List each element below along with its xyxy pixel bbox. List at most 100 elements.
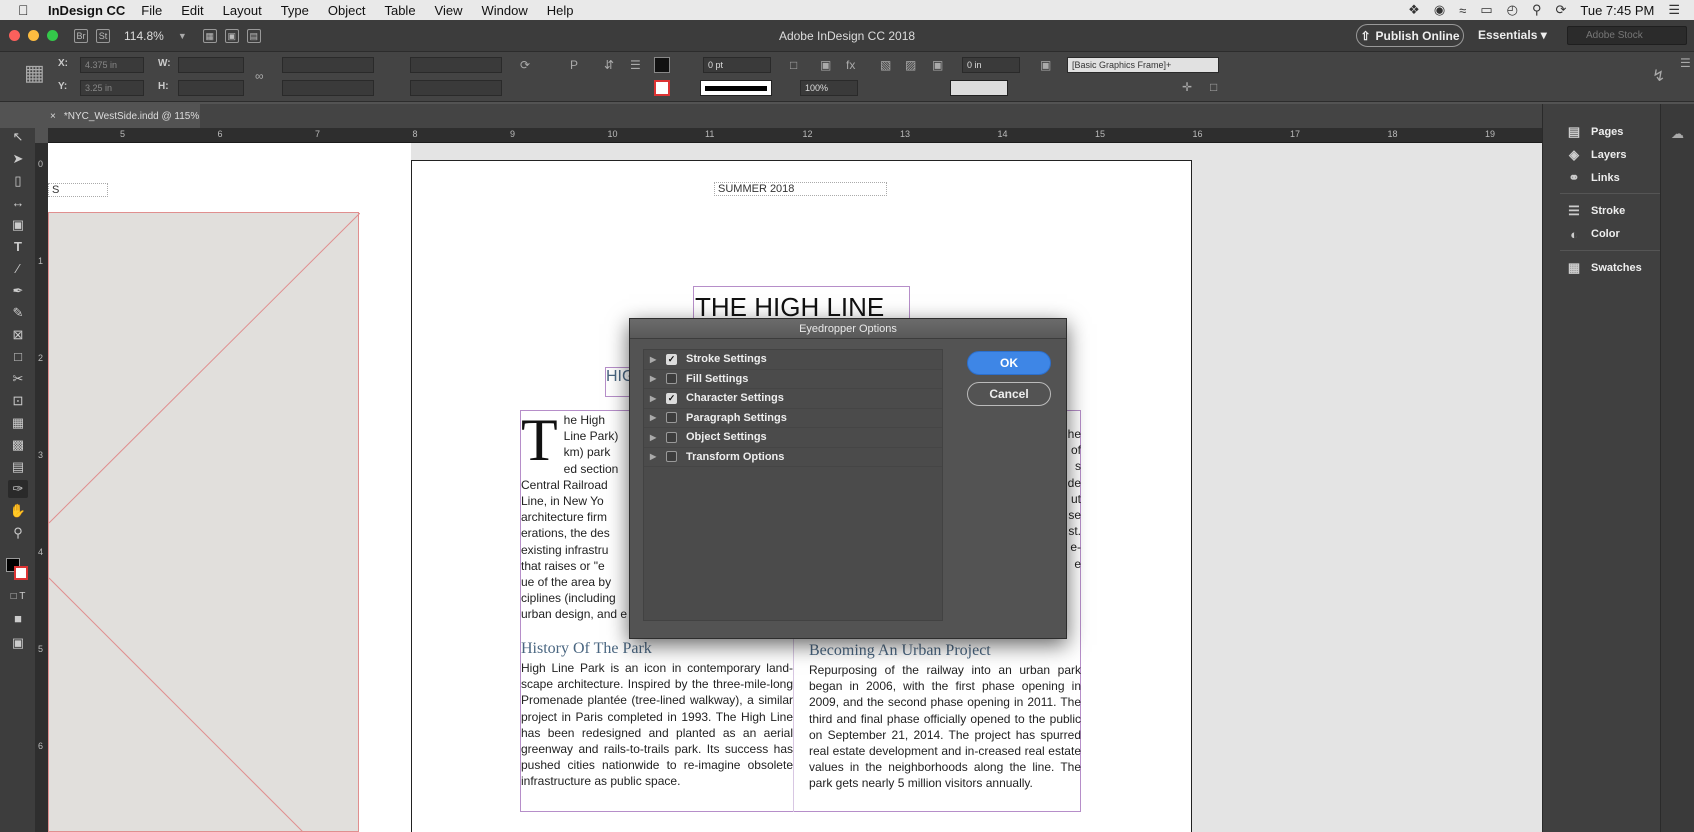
dropbox-icon[interactable]: ❖ bbox=[1408, 2, 1420, 18]
height-field[interactable] bbox=[178, 80, 244, 96]
zoom-tool-icon[interactable]: ⚲ bbox=[8, 524, 28, 542]
fill-swatch[interactable] bbox=[654, 57, 670, 73]
panel-menu-icon[interactable]: ☰ bbox=[1680, 56, 1691, 70]
setting-checkbox[interactable] bbox=[666, 412, 677, 424]
horizontal-ruler[interactable]: 5 6 7 8 9 10 11 12 13 14 15 16 17 18 19 bbox=[48, 128, 1542, 143]
stroke-swatch[interactable] bbox=[654, 80, 670, 96]
select-container-icon[interactable]: P bbox=[570, 58, 578, 72]
screen-mode-tool-icon[interactable]: ▣ bbox=[8, 634, 28, 652]
empty-graphics-frame[interactable] bbox=[48, 212, 360, 832]
stock-icon[interactable]: St bbox=[96, 28, 110, 43]
panel-layers[interactable]: ◈ Layers bbox=[1566, 145, 1626, 165]
auto-fit-icon[interactable]: ▣ bbox=[932, 58, 943, 72]
screen-mode-icon[interactable]: ▣ bbox=[224, 28, 239, 43]
shear-field[interactable] bbox=[410, 80, 502, 96]
expand-arrow-icon[interactable]: ▶ bbox=[650, 413, 660, 422]
corner-offset-field[interactable]: 0 in bbox=[962, 57, 1020, 73]
rotate-icon[interactable]: ⟳ bbox=[520, 58, 530, 72]
zoom-dropdown-icon[interactable]: ▼ bbox=[178, 31, 187, 41]
panel-swatches[interactable]: ▦ Swatches bbox=[1566, 258, 1642, 278]
menu-view[interactable]: View bbox=[435, 3, 463, 18]
cancel-button[interactable]: Cancel bbox=[967, 382, 1051, 406]
app-menu[interactable]: InDesign CC bbox=[48, 3, 125, 18]
pen-tool-icon[interactable]: ✒ bbox=[8, 282, 28, 300]
stroke-weight-field[interactable]: 0 pt bbox=[703, 57, 771, 73]
notification-center-icon[interactable]: ☰ bbox=[1668, 2, 1680, 18]
menu-file[interactable]: File bbox=[141, 3, 162, 18]
setting-checkbox[interactable]: ✓ bbox=[666, 353, 677, 365]
setting-checkbox[interactable]: ✓ bbox=[666, 392, 677, 404]
scissors-tool-icon[interactable]: ✂ bbox=[8, 370, 28, 388]
menu-object[interactable]: Object bbox=[328, 3, 366, 18]
frame-fitting-icon[interactable]: ▣ bbox=[820, 58, 831, 72]
wifi-icon[interactable]: ≈ bbox=[1459, 3, 1466, 18]
setting-checkbox[interactable] bbox=[666, 431, 677, 443]
minimize-window-icon[interactable] bbox=[28, 30, 39, 41]
expand-arrow-icon[interactable]: ▶ bbox=[650, 355, 660, 364]
close-window-icon[interactable] bbox=[9, 30, 20, 41]
spotlight-search-icon[interactable]: ⚲ bbox=[1532, 2, 1542, 18]
lightning-icon[interactable]: ↯ bbox=[1652, 66, 1665, 86]
distribute-icon[interactable]: ☰ bbox=[630, 58, 641, 72]
menu-table[interactable]: Table bbox=[384, 3, 415, 18]
expand-arrow-icon[interactable]: ▶ bbox=[650, 433, 660, 442]
page-tool-icon[interactable]: ▯ bbox=[8, 172, 28, 190]
flip-icon[interactable]: ⇵ bbox=[604, 58, 614, 72]
zoom-window-icon[interactable] bbox=[47, 30, 58, 41]
reference-point-icon[interactable]: ▦ bbox=[24, 60, 45, 86]
creative-cloud-icon[interactable]: ◉ bbox=[1434, 2, 1445, 18]
vertical-ruler[interactable]: 0 1 2 3 4 5 6 bbox=[35, 143, 48, 832]
gradient-swatch-tool-icon[interactable]: ▦ bbox=[8, 414, 28, 432]
publish-online-button[interactable]: ⇧ Publish Online bbox=[1356, 24, 1464, 47]
eyedropper-tool-icon[interactable]: ✑ bbox=[8, 480, 28, 498]
rectangle-tool-icon[interactable]: □ bbox=[8, 348, 28, 366]
free-transform-tool-icon[interactable]: ⊡ bbox=[8, 392, 28, 410]
gradient-feather-tool-icon[interactable]: ▩ bbox=[8, 436, 28, 454]
menu-help[interactable]: Help bbox=[547, 3, 574, 18]
content-collector-icon[interactable]: ▣ bbox=[8, 216, 28, 234]
corner-shape-dropdown[interactable] bbox=[950, 80, 1008, 96]
fit-frame-icon[interactable]: ▨ bbox=[905, 58, 916, 72]
panel-color[interactable]: ◐ Color bbox=[1566, 224, 1620, 244]
panel-stroke[interactable]: ☰ Stroke bbox=[1566, 201, 1625, 221]
stroke-color-swatch[interactable] bbox=[14, 566, 28, 580]
zoom-level[interactable]: 114.8% bbox=[124, 29, 164, 43]
arrange-documents-icon[interactable]: ▤ bbox=[246, 28, 261, 43]
scale-x-field[interactable] bbox=[282, 57, 374, 73]
setting-checkbox[interactable] bbox=[666, 451, 677, 463]
y-position-field[interactable]: 3.25 in bbox=[80, 80, 144, 96]
hand-tool-icon[interactable]: ✋ bbox=[8, 502, 28, 520]
x-position-field[interactable]: 4.375 in bbox=[80, 57, 144, 73]
airplay-icon[interactable]: ▭ bbox=[1480, 2, 1492, 18]
constrain-proportions-icon[interactable]: ∞ bbox=[255, 69, 264, 83]
menubar-clock[interactable]: Tue 7:45 PM bbox=[1580, 3, 1654, 18]
time-machine-icon[interactable]: ◴ bbox=[1507, 2, 1518, 18]
menu-type[interactable]: Type bbox=[281, 3, 309, 18]
setting-checkbox[interactable] bbox=[666, 373, 677, 385]
stroke-type-dropdown[interactable] bbox=[700, 80, 772, 96]
view-options-icon[interactable]: ▦ bbox=[202, 28, 217, 43]
rectangle-frame-tool-icon[interactable]: ⊠ bbox=[8, 326, 28, 344]
ok-button[interactable]: OK bbox=[967, 351, 1051, 375]
workspace-switcher[interactable]: Essentials ▾ bbox=[1478, 28, 1547, 42]
width-field[interactable] bbox=[178, 57, 244, 73]
effects-icon[interactable]: fx bbox=[846, 58, 855, 72]
object-style-dropdown[interactable]: [Basic Graphics Frame]+ bbox=[1067, 57, 1219, 73]
cc-libraries-icon[interactable]: ☁ bbox=[1671, 126, 1684, 142]
rotation-field[interactable] bbox=[410, 57, 502, 73]
document-tab[interactable]: × *NYC_WestSide.indd @ 115% bbox=[40, 104, 200, 128]
apply-color-icon[interactable]: ■ bbox=[8, 610, 28, 628]
panel-links[interactable]: ⚭ Links bbox=[1566, 168, 1620, 188]
gap-tool-icon[interactable]: ↔ bbox=[8, 194, 28, 212]
expand-arrow-icon[interactable]: ▶ bbox=[650, 374, 660, 383]
type-tool-icon[interactable]: T bbox=[8, 238, 28, 256]
text-wrap-icon[interactable]: □ bbox=[790, 58, 797, 72]
adobe-stock-search[interactable]: Adobe Stock bbox=[1567, 26, 1687, 45]
quick-apply-icon[interactable]: ✛ bbox=[1182, 80, 1192, 94]
direct-selection-tool-icon[interactable]: ➤ bbox=[8, 150, 28, 168]
expand-arrow-icon[interactable]: ▶ bbox=[650, 452, 660, 461]
expand-arrow-icon[interactable]: ▶ bbox=[650, 394, 660, 403]
pencil-tool-icon[interactable]: ✎ bbox=[8, 304, 28, 322]
menu-layout[interactable]: Layout bbox=[223, 3, 262, 18]
opacity-field[interactable]: 100% bbox=[800, 80, 858, 96]
